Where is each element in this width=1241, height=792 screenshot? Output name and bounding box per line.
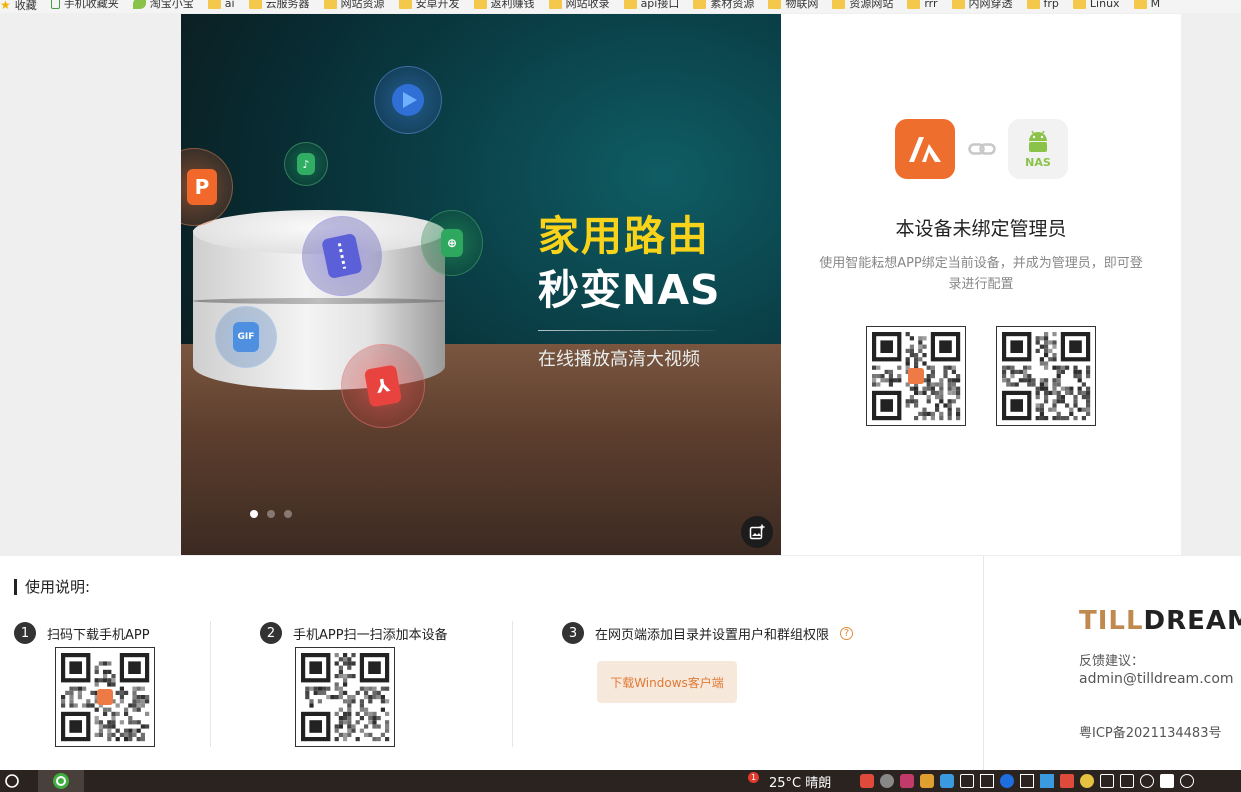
os-taskbar: 1 25°C 晴朗 — [0, 770, 1241, 792]
step-number: 3 — [562, 622, 584, 644]
feedback-label: 反馈建议： — [1079, 654, 1145, 669]
folder-icon — [623, 0, 637, 9]
image-add-icon — [749, 524, 765, 540]
step-number: 1 — [14, 622, 36, 644]
step1-qr-code — [55, 647, 155, 747]
bookmark-item[interactable]: frp — [1026, 0, 1059, 9]
change-image-button[interactable] — [741, 516, 773, 548]
bookmark-item[interactable]: 网站资源 — [323, 0, 385, 9]
weather-widget[interactable]: 1 25°C 晴朗 — [748, 770, 831, 792]
search-icon[interactable] — [4, 770, 20, 792]
star-icon: ★ — [0, 0, 11, 12]
nas-label: NAS — [1025, 155, 1051, 169]
browser-icon — [53, 773, 69, 789]
bookmark-item[interactable]: 内网穿透 — [951, 0, 1013, 9]
bookmark-item[interactable]: M — [1133, 0, 1160, 9]
step-label: 手机APP扫一扫添加本设备 — [293, 627, 448, 643]
folder-icon — [398, 0, 412, 9]
carousel-dot-3[interactable] — [284, 510, 292, 518]
folder-icon — [323, 0, 337, 9]
step-1: 1 扫码下载手机APP — [14, 622, 150, 644]
weather-badge: 1 — [748, 771, 759, 783]
bind-device-panel: NAS 本设备未绑定管理员 使用智能耘想APP绑定当前设备，并成为管理员，即可登… — [781, 14, 1181, 555]
bookmark-item[interactable]: 云服务器 — [248, 0, 310, 9]
hero-divider — [538, 330, 716, 331]
folder-icon — [1026, 0, 1040, 9]
hero-title-line1: 家用路由 — [538, 212, 710, 260]
step-2: 2 手机APP扫一扫添加本设备 — [260, 622, 448, 644]
carousel-dot-2[interactable] — [267, 510, 275, 518]
weather-text: 25°C 晴朗 — [769, 775, 832, 791]
step-divider — [210, 621, 211, 747]
pdf-file-icon: ⅄ — [341, 344, 425, 428]
download-windows-client-button[interactable]: 下载Windows客户端 — [597, 661, 737, 703]
step2-qr-code — [295, 647, 395, 747]
gif-file-icon: GIF — [215, 306, 277, 368]
folder-icon — [907, 0, 921, 9]
app-logo-icon — [895, 119, 955, 179]
browser-taskbar-app[interactable] — [38, 770, 84, 792]
step-label: 扫码下载手机APP — [47, 627, 150, 643]
hero-subtitle: 在线播放高清大视频 — [538, 349, 700, 370]
folder-icon — [473, 0, 487, 9]
device-qr-code — [996, 326, 1096, 426]
bookmark-item[interactable]: Linux — [1072, 0, 1120, 9]
folder-icon — [951, 0, 965, 9]
step-divider — [512, 621, 513, 747]
app-download-qr-code — [866, 326, 966, 426]
folder-icon — [1072, 0, 1086, 9]
folder-icon — [693, 0, 707, 9]
bookmark-item[interactable]: 物联网 — [768, 0, 818, 9]
icp-license-link[interactable]: 粤ICP备2021134483号 — [1079, 722, 1221, 741]
bookmarks-bar: ★ 收藏 手机收藏夹 淘宝小宝 ai 云服务器 网站资源 安卓开发 返利赚钱 网站收录 api接口 素… — [0, 0, 1241, 13]
link-icon — [968, 143, 996, 155]
bookmark-item[interactable]: 淘宝小宝 — [132, 0, 194, 9]
folder-icon — [548, 0, 562, 9]
system-tray[interactable] — [860, 770, 1194, 792]
video-play-icon — [374, 66, 442, 134]
bookmark-item[interactable]: 返利赚钱 — [473, 0, 535, 9]
zip-file-icon — [302, 216, 382, 296]
bookmark-item[interactable]: 手机收藏夹 — [50, 0, 119, 9]
bind-description: 使用智能耘想APP绑定当前设备，并成为管理员，即可登录进行配置 — [819, 256, 1143, 292]
music-file-icon: ♪ — [284, 142, 328, 186]
brand-logo: TILLDREAM — [1079, 606, 1241, 636]
hero-carousel[interactable]: ♪ P ⊕ GIF ⅄ 家用路由 秒变NAS 在线播放高清大视频 — [181, 14, 781, 555]
bookmark-item[interactable]: ★ 收藏 — [0, 0, 37, 11]
green-file-icon: ⊕ — [421, 210, 483, 276]
instructions-heading: 使用说明: — [14, 579, 90, 595]
leaf-icon — [132, 0, 146, 9]
brand-sidebar: TILLDREAM 反馈建议： admin@tilldream.com 粤ICP… — [983, 556, 1241, 771]
android-nas-icon: NAS — [1008, 119, 1068, 179]
phone-icon — [50, 0, 60, 9]
step-3: 3 在网页端添加目录并设置用户和群组权限 ? — [562, 622, 854, 644]
instructions-section: 使用说明: 1 扫码下载手机APP 2 手机APP扫一扫添加本设备 3 在网页端… — [0, 555, 1241, 771]
bookmark-item[interactable]: rrr — [907, 0, 938, 9]
folder-icon — [248, 0, 262, 9]
bind-title: 本设备未绑定管理员 — [895, 218, 1067, 240]
bookmark-item[interactable]: 网站收录 — [548, 0, 610, 9]
bookmark-item[interactable]: 资源网站 — [832, 0, 893, 9]
hero-title-line2: 秒变NAS — [538, 266, 721, 314]
step-number: 2 — [260, 622, 282, 644]
folder-icon — [832, 0, 846, 9]
bookmark-item[interactable]: 安卓开发 — [398, 0, 460, 9]
carousel-dot-1[interactable] — [250, 510, 258, 518]
folder-icon — [1133, 0, 1147, 9]
help-icon[interactable]: ? — [840, 626, 854, 640]
bookmark-item[interactable]: 素材资源 — [693, 0, 754, 9]
bookmark-item[interactable]: api接口 — [623, 0, 679, 9]
folder-icon — [207, 0, 221, 9]
folder-icon — [768, 0, 782, 9]
carousel-dots — [250, 510, 292, 518]
feedback-email-link[interactable]: admin@tilldream.com — [1079, 671, 1234, 687]
bookmark-item[interactable]: ai — [207, 0, 235, 9]
step-label: 在网页端添加目录并设置用户和群组权限 — [595, 627, 830, 643]
